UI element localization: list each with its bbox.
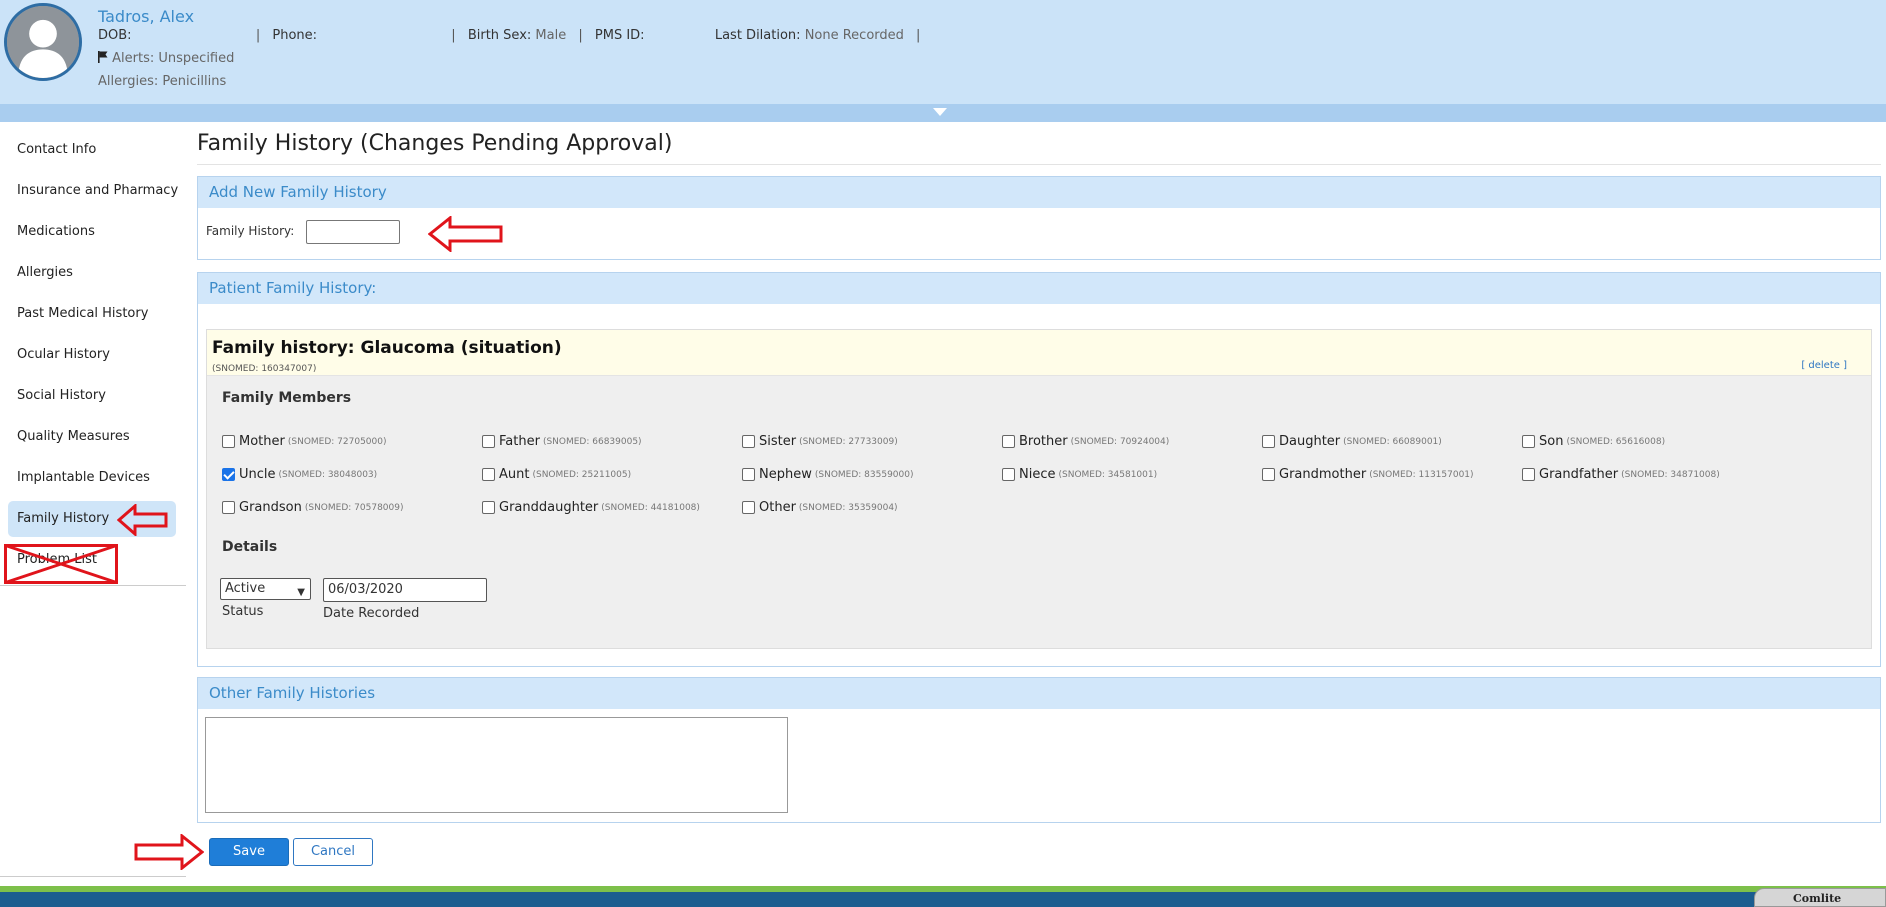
sidebar-item-insurance-pharmacy[interactable]: Insurance and Pharmacy (8, 173, 178, 209)
checkbox[interactable] (1002, 468, 1015, 481)
member-checkbox-aunt[interactable]: Aunt (SNOMED: 25211005) (482, 467, 631, 482)
separator: | (451, 28, 456, 43)
separator: | (255, 28, 261, 43)
patient-header: Tadros, Alex DOB: | Phone: | Birth Sex: … (0, 0, 1886, 104)
checkbox[interactable] (482, 435, 495, 448)
checkbox[interactable] (1262, 468, 1275, 481)
page-title: Family History (Changes Pending Approval… (197, 131, 673, 156)
footer-tab[interactable]: Comlite (1754, 888, 1886, 907)
family-members-heading: Family Members (222, 390, 352, 406)
checkbox[interactable] (1522, 435, 1535, 448)
status-select-value: Active (225, 581, 266, 596)
avatar (4, 3, 82, 81)
member-checkbox-grandfather[interactable]: Grandfather (SNOMED: 34871008) (1522, 467, 1720, 482)
sidebar-item-ocular-history[interactable]: Ocular History (8, 337, 176, 373)
status-label: Status (222, 604, 264, 619)
other-family-histories-panel: Other Family Histories (197, 677, 1881, 823)
checkbox[interactable] (1262, 435, 1275, 448)
sidebar-item-allergies[interactable]: Allergies (8, 255, 176, 291)
member-checkbox-brother[interactable]: Brother (SNOMED: 70924004) (1002, 434, 1169, 449)
member-checkbox-grandson[interactable]: Grandson (SNOMED: 70578009) (222, 500, 403, 515)
member-checkbox-niece[interactable]: Niece (SNOMED: 34581001) (1002, 467, 1157, 482)
condition-snomed: (SNOMED: 160347007) (212, 364, 317, 374)
other-family-histories-textarea[interactable] (205, 717, 788, 813)
delete-link[interactable]: [ delete ] (1801, 360, 1847, 371)
checkbox[interactable] (742, 501, 755, 514)
cancel-button[interactable]: Cancel (293, 838, 373, 866)
date-recorded-label: Date Recorded (323, 606, 420, 621)
sidebar-item-contact-info[interactable]: Contact Info (8, 132, 176, 168)
annotation-arrow-icon (117, 504, 168, 536)
separator: | (916, 28, 921, 43)
annotation-strike-box-icon (4, 544, 118, 584)
family-history-label: Family History: (206, 224, 295, 238)
panel-heading: Add New Family History (198, 177, 1880, 208)
checkbox-checked[interactable] (222, 468, 235, 481)
sidebar-item-medications[interactable]: Medications (8, 214, 176, 250)
details-heading: Details (222, 539, 278, 555)
member-checkbox-daughter[interactable]: Daughter (SNOMED: 66089001) (1262, 434, 1442, 449)
birth-sex-label: Birth Sex: (467, 28, 532, 43)
allergies-value: Penicillins (162, 74, 227, 89)
chevron-down-icon: ▼ (297, 587, 305, 598)
checkbox[interactable] (1002, 435, 1015, 448)
condition-header: Family history: Glaucoma (situation) (SN… (207, 330, 1871, 376)
panel-heading: Other Family Histories (198, 678, 1880, 709)
member-checkbox-grandmother[interactable]: Grandmother (SNOMED: 113157001) (1262, 467, 1474, 482)
flag-icon (98, 51, 108, 63)
alerts-label: Alerts: (112, 51, 155, 66)
last-dilation-label: Last Dilation: (714, 28, 801, 43)
panel-heading: Patient Family History: (198, 273, 1880, 304)
member-checkbox-granddaughter[interactable]: Granddaughter (SNOMED: 44181008) (482, 500, 700, 515)
patient-name[interactable]: Tadros, Alex (98, 7, 194, 26)
member-checkbox-nephew[interactable]: Nephew (SNOMED: 83559000) (742, 467, 914, 482)
last-dilation-value: None Recorded (804, 28, 904, 43)
sidebar-item-quality-measures[interactable]: Quality Measures (8, 419, 176, 455)
sidebar-item-implantable-devices[interactable]: Implantable Devices (8, 460, 176, 496)
date-recorded-input[interactable]: 06/03/2020 (323, 578, 487, 602)
alerts-value: Unspecified (158, 51, 235, 66)
expand-caret-icon[interactable] (933, 108, 947, 116)
pms-id-label: PMS ID: (594, 28, 645, 43)
separator: | (578, 28, 583, 43)
member-checkbox-other[interactable]: Other (SNOMED: 35359004) (742, 500, 898, 515)
condition-card: Family history: Glaucoma (situation) (SN… (206, 329, 1872, 649)
patient-demographics-line: DOB: | Phone: | Birth Sex: Male | PMS ID… (98, 28, 928, 43)
dob-label: DOB: (98, 28, 132, 43)
alerts-line[interactable]: Alerts: Unspecified (98, 51, 234, 66)
member-checkbox-father[interactable]: Father (SNOMED: 66839005) (482, 434, 642, 449)
patient-family-history-panel: Patient Family History: Family history: … (197, 272, 1881, 667)
footer-bar (0, 892, 1886, 907)
annotation-arrow-icon (428, 216, 503, 252)
person-silhouette-icon (7, 6, 79, 78)
checkbox[interactable] (222, 435, 235, 448)
annotation-arrow-icon (134, 834, 204, 870)
phone-label: Phone: (272, 28, 318, 43)
checkbox[interactable] (742, 435, 755, 448)
member-checkbox-mother[interactable]: Mother (SNOMED: 72705000) (222, 434, 387, 449)
birth-sex-value: Male (535, 28, 567, 43)
allergies-label: Allergies: (98, 74, 159, 89)
condition-title: Family history: Glaucoma (situation) (212, 338, 562, 358)
checkbox[interactable] (1522, 468, 1535, 481)
status-select[interactable]: Active ▼ (220, 578, 311, 600)
member-checkbox-son[interactable]: Son (SNOMED: 65616008) (1522, 434, 1665, 449)
member-checkbox-uncle[interactable]: Uncle (SNOMED: 38048003) (222, 467, 377, 482)
title-divider (197, 164, 1881, 165)
sidebar-item-past-medical-history[interactable]: Past Medical History (8, 296, 176, 332)
checkbox[interactable] (742, 468, 755, 481)
sidebar-divider (0, 585, 186, 586)
allergies-line: Allergies: Penicillins (98, 74, 226, 89)
member-checkbox-sister[interactable]: Sister (SNOMED: 27733009) (742, 434, 898, 449)
checkbox[interactable] (482, 501, 495, 514)
sidebar-item-social-history[interactable]: Social History (8, 378, 176, 414)
bottom-divider (0, 876, 186, 877)
family-history-input[interactable] (306, 220, 400, 244)
save-button[interactable]: Save (209, 838, 289, 866)
checkbox[interactable] (222, 501, 235, 514)
checkbox[interactable] (482, 468, 495, 481)
